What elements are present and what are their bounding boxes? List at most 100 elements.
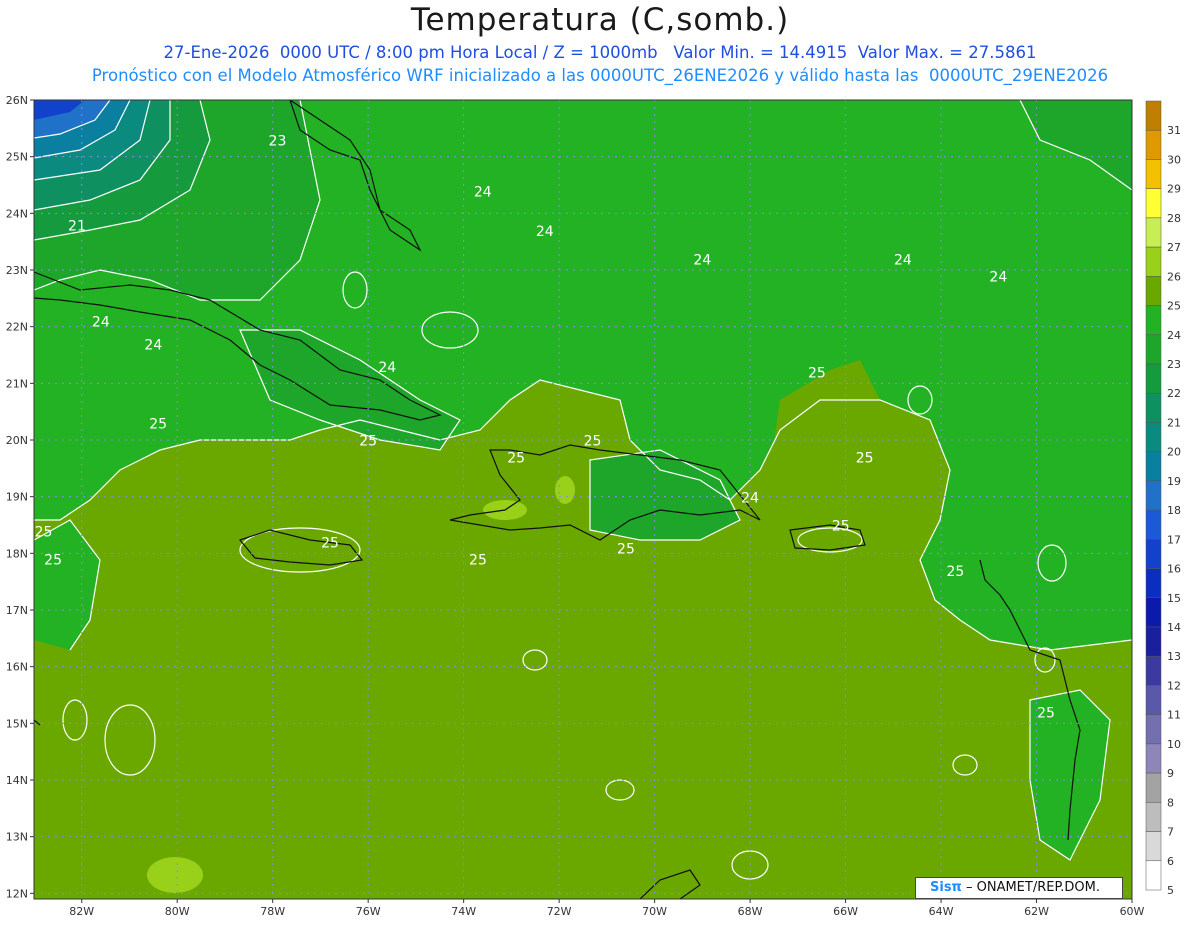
band-26-spot [147,857,203,893]
contour-label: 25 [149,417,167,433]
colorbar-swatch [1145,334,1162,365]
contour-label: 24 [378,360,396,376]
colorbar-swatch [1145,392,1162,423]
contour-label: 25 [946,564,964,580]
lat-label: 17N [6,604,28,617]
colorbar-label: 13 [1167,650,1181,663]
colorbar-label: 21 [1167,416,1181,429]
credit-box: Sisπ – ONAMET/REP.DOM. [915,877,1123,899]
contour-label: 25 [832,519,850,535]
colorbar-label: 16 [1167,563,1181,576]
colorbar-label: 12 [1167,679,1181,692]
contour-label: 23 [269,133,287,149]
lon-label: 68W [738,905,763,918]
colorbar: 31 30 29 28 27 26 25 24 23 22 21 20 19 18 17 16 15 14 13 12… [1145,100,1181,897]
colorbar-swatch [1145,422,1162,452]
colorbar-label: 14 [1167,621,1181,634]
contour-label: 25 [1037,706,1055,722]
lat-label: 19N [6,491,28,504]
contour-label: 25 [44,553,62,569]
colorbar-swatch [1145,480,1162,511]
colorbar-swatch [1145,685,1162,715]
colorbar-label: 30 [1167,153,1181,166]
contour-label: 25 [321,536,339,552]
colorbar-swatch [1145,655,1162,686]
lat-label: 20N [6,434,28,447]
lon-label: 70W [642,905,667,918]
contour-label: 24 [693,252,711,268]
colorbar-label: 17 [1167,533,1181,546]
colorbar-label: 26 [1167,270,1181,283]
colorbar-swatch [1145,714,1162,745]
colorbar-label: 6 [1167,855,1174,868]
colorbar-label: 23 [1167,358,1181,371]
contour-label: 25 [808,366,826,382]
lat-label: 18N [6,547,28,560]
lat-label: 25N [6,151,28,164]
lon-label: 72W [547,905,572,918]
contour-label: 24 [144,337,162,353]
contour-label: 24 [894,252,912,268]
colorbar-label: 7 [1167,826,1174,839]
contour-label: 25 [359,434,377,450]
temperature-map: 23 24 24 24 24 24 24 24 24 21 25 25 25 25 25 25 24 25 25 25… [6,94,1181,918]
contour-label: 24 [741,490,759,506]
lat-label: 24N [6,207,28,220]
lon-label: 80W [165,905,190,918]
lat-label: 14N [6,774,28,787]
contour-label: 25 [584,434,602,450]
contour-label: 21 [68,218,86,234]
contour-label: 24 [474,184,492,200]
colorbar-label: 5 [1167,884,1174,897]
contour-label: 25 [469,553,487,569]
colorbar-label: 31 [1167,124,1181,137]
colorbar-swatch [1145,772,1162,803]
lon-label: 64W [929,905,954,918]
colorbar-swatch [1145,860,1162,891]
colorbar-swatch [1145,568,1162,599]
colorbar-swatch [1145,802,1162,832]
lat-label: 21N [6,377,28,390]
lon-label: 66W [833,905,858,918]
lon-label: 78W [260,905,285,918]
colorbar-label: 20 [1167,446,1181,459]
colorbar-label: 9 [1167,767,1174,780]
contour-label: 25 [35,524,53,540]
colorbar-swatch [1145,129,1162,160]
map-plot-area: 23 24 24 24 24 24 24 24 24 21 25 25 25 25 25 25 24 25 25 25… [34,100,1132,899]
band-26-spot [555,476,575,504]
colorbar-label: 10 [1167,738,1181,751]
contour-label: 25 [507,451,525,467]
contour-label: 24 [92,315,110,331]
lon-label: 74W [451,905,476,918]
lat-label: 22N [6,321,28,334]
lon-label: 82W [69,905,94,918]
contour-label: 25 [856,451,874,467]
colorbar-swatch [1145,539,1162,569]
colorbar-swatch [1145,831,1162,862]
colorbar-label: 27 [1167,241,1181,254]
colorbar-swatch [1145,188,1162,219]
lon-label: 62W [1024,905,1049,918]
colorbar-swatch [1145,100,1162,131]
colorbar-swatch [1145,246,1162,277]
colorbar-label: 8 [1167,796,1174,809]
colorbar-label: 22 [1167,387,1181,400]
lat-label: 16N [6,661,28,674]
colorbar-swatch [1145,509,1162,540]
colorbar-label: 15 [1167,592,1181,605]
colorbar-swatch [1145,597,1162,628]
credit-text: – ONAMET/REP.DOM. [961,880,1100,895]
colorbar-label: 18 [1167,504,1181,517]
colorbar-swatch [1145,276,1162,306]
contour-label: 24 [989,269,1007,285]
contour-label: 25 [617,541,635,557]
colorbar-swatch [1145,451,1162,482]
lat-label: 13N [6,831,28,844]
colorbar-label: 24 [1167,329,1181,342]
colorbar-swatch [1145,217,1162,248]
sispi-logo: Sisπ [930,880,962,895]
colorbar-label: 11 [1167,709,1181,722]
lat-label: 15N [6,717,28,730]
colorbar-label: 28 [1167,212,1181,225]
